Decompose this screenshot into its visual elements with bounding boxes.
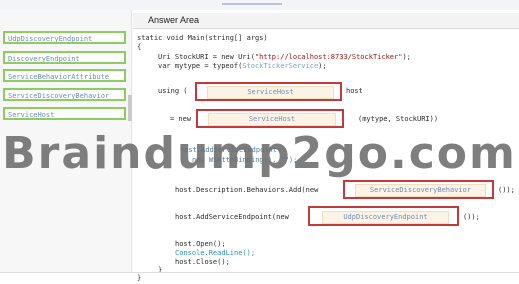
option-service-behavior-attribute[interactable]: ServiceBehaviorAttribute <box>3 69 126 82</box>
drop-target-new-type[interactable]: ServiceHost <box>196 109 344 128</box>
answer-area-title: Answer Area <box>148 15 200 25</box>
code-endpoint-prefix: host.AddServiceEndpoint(new <box>175 213 289 221</box>
drop-target-behavior-type[interactable]: ServiceDiscoveryBehavior <box>343 180 494 199</box>
braindump2go-watermark: Braindump2go.com <box>2 128 517 179</box>
code-new-suffix: (mytype, StockURI)) <box>358 115 439 123</box>
option-udp-discovery-endpoint[interactable]: UdpDiscoveryEndpoint <box>3 31 126 44</box>
drop-target-behavior-value: ServiceDiscoveryBehavior <box>355 184 486 197</box>
code-new-prefix: = new <box>170 115 192 123</box>
code-uri-line: Uri StockURI = new Uri("http://localhost… <box>158 53 411 62</box>
option-discovery-endpoint[interactable]: DiscoveryEndpoint <box>3 51 126 64</box>
drop-target-endpoint-type[interactable]: UdpDiscoveryEndpoint <box>308 206 459 226</box>
code-behaviors-prefix: host.Description.Behaviors.Add(new <box>175 186 319 194</box>
code-var-suffix: ); <box>318 62 327 70</box>
bottom-divider <box>0 272 519 273</box>
drop-target-using-type[interactable]: ServiceHost <box>195 82 342 101</box>
code-outer-close-brace: } <box>137 274 142 282</box>
window-top-bar <box>0 0 519 10</box>
drop-target-using-value: ServiceHost <box>207 86 334 99</box>
option-service-discovery-behavior[interactable]: ServiceDiscoveryBehavior <box>3 88 126 101</box>
option-service-host[interactable]: ServiceHost <box>3 107 126 120</box>
code-using-suffix: host <box>346 87 363 95</box>
code-var-line: var mytype = typeof(StockTickerService); <box>158 62 327 71</box>
code-endpoint-suffix: ()); <box>463 213 480 221</box>
code-behaviors-suffix: ()); <box>498 186 515 194</box>
code-inner-close-brace: } <box>158 266 163 274</box>
code-console-line: Console.ReadLine(); <box>175 249 256 257</box>
code-open-line: host.Open(); <box>175 240 226 248</box>
code-uri-string: "http://localhost:8733/StockTicker" <box>254 53 403 61</box>
drop-target-new-value: ServiceHost <box>208 113 336 126</box>
code-main-signature: static void Main(string[] args) <box>137 34 268 42</box>
code-uri-suffix: ); <box>402 53 411 61</box>
code-var-prefix: var mytype = typeof( <box>158 62 243 70</box>
code-uri-prefix: Uri StockURI = new Uri( <box>158 53 255 61</box>
code-open-brace: { <box>137 43 142 51</box>
options-scrollbar[interactable] <box>128 95 132 121</box>
code-using-prefix: using ( <box>158 87 188 95</box>
code-close-line: host.Close(); <box>175 258 230 266</box>
top-bar-divider <box>222 3 282 5</box>
code-var-type: StockTickerService <box>242 62 319 70</box>
answer-area-header: Answer Area <box>133 13 519 29</box>
drop-target-endpoint-value: UdpDiscoveryEndpoint <box>322 211 449 224</box>
